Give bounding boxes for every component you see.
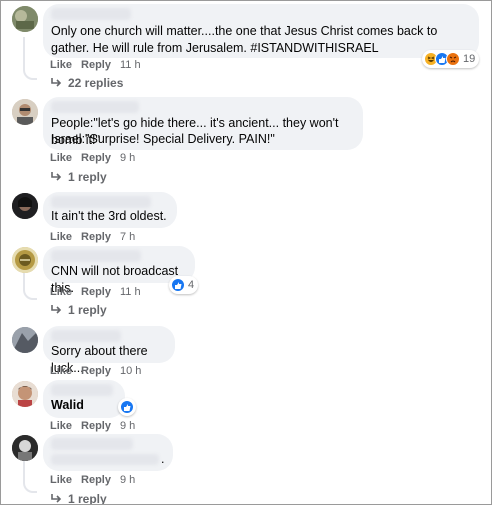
replies-count: 1 reply bbox=[68, 492, 107, 505]
thread-line bbox=[23, 37, 25, 68]
reply-button[interactable]: Reply bbox=[81, 420, 111, 432]
replies-count: 22 replies bbox=[68, 76, 124, 90]
avatar[interactable] bbox=[12, 381, 38, 407]
author-name[interactable] bbox=[51, 438, 133, 450]
like-button[interactable]: Like bbox=[50, 365, 72, 377]
comment-actions: Like Reply 9 h bbox=[50, 152, 135, 164]
angry-emoji-icon bbox=[446, 52, 460, 66]
timestamp[interactable]: 10 h bbox=[120, 365, 141, 377]
reply-arrow-icon bbox=[51, 78, 62, 87]
comment-bubble: It ain't the 3rd oldest. bbox=[43, 192, 177, 228]
reaction-summary[interactable]: 4 bbox=[169, 276, 199, 294]
avatar[interactable] bbox=[12, 193, 38, 219]
reaction-summary[interactable] bbox=[118, 398, 136, 416]
author-name[interactable] bbox=[51, 101, 139, 113]
timestamp[interactable]: 9 h bbox=[120, 420, 135, 432]
like-button[interactable]: Like bbox=[50, 474, 72, 486]
reaction-count: 19 bbox=[463, 53, 476, 65]
like-button[interactable]: Like bbox=[50, 59, 72, 71]
like-reaction-icon bbox=[171, 278, 185, 292]
reply-button[interactable]: Reply bbox=[81, 231, 111, 243]
reaction-summary[interactable]: 19 bbox=[422, 50, 480, 68]
comment-text: It ain't the 3rd oldest. bbox=[51, 209, 167, 223]
comment-actions: Like Reply 11 h bbox=[50, 59, 141, 71]
comment-actions: Like Reply 9 h bbox=[50, 420, 135, 432]
author-name[interactable] bbox=[51, 8, 131, 20]
like-reaction-icon bbox=[120, 400, 134, 414]
thread-line bbox=[23, 68, 37, 80]
thread-line bbox=[23, 278, 37, 300]
blurred-comment-text bbox=[51, 454, 159, 465]
author-name[interactable] bbox=[51, 384, 113, 396]
timestamp[interactable]: 9 h bbox=[120, 152, 135, 164]
comment-text: Walid bbox=[51, 398, 84, 412]
view-replies-link[interactable]: 1 reply bbox=[50, 492, 107, 505]
view-replies-link[interactable]: 1 reply bbox=[50, 303, 107, 317]
avatar[interactable] bbox=[12, 6, 38, 32]
comment-text: . bbox=[161, 452, 165, 466]
reply-arrow-icon bbox=[51, 494, 62, 503]
reply-arrow-icon bbox=[51, 172, 62, 181]
comment-text: Only one church will matter....the one t… bbox=[51, 24, 438, 55]
comment-text-line: Israel:"Surprise! Special Delivery. PAIN… bbox=[51, 132, 275, 146]
avatar[interactable] bbox=[12, 247, 38, 273]
comment-actions: Like Reply 9 h bbox=[50, 474, 135, 486]
reply-button[interactable]: Reply bbox=[81, 152, 111, 164]
reply-button[interactable]: Reply bbox=[81, 474, 111, 486]
comment-actions: Like Reply 7 h bbox=[50, 231, 135, 243]
thread-line bbox=[23, 473, 37, 493]
replies-count: 1 reply bbox=[68, 303, 107, 317]
reply-button[interactable]: Reply bbox=[81, 365, 111, 377]
reply-arrow-icon bbox=[51, 305, 62, 314]
reply-button[interactable]: Reply bbox=[81, 59, 111, 71]
author-name[interactable] bbox=[51, 330, 121, 342]
view-replies-link[interactable]: 1 reply bbox=[50, 170, 107, 184]
timestamp[interactable]: 9 h bbox=[120, 474, 135, 486]
view-replies-link[interactable]: 22 replies bbox=[50, 76, 123, 90]
comment-actions: Like Reply 11 h bbox=[50, 286, 141, 298]
avatar[interactable] bbox=[12, 327, 38, 353]
comment-actions: Like Reply 10 h bbox=[50, 365, 141, 377]
comment-bubble: Sorry about there luck... bbox=[43, 326, 175, 375]
reaction-count: 4 bbox=[188, 279, 195, 291]
comment-bubble: Only one church will matter....the one t… bbox=[43, 4, 479, 58]
comment-bubble: Walid bbox=[43, 380, 125, 418]
comment-bubble: People:"let's go hide there... it's anci… bbox=[43, 97, 363, 150]
author-name[interactable] bbox=[51, 250, 141, 262]
timestamp[interactable]: 11 h bbox=[120, 286, 141, 298]
like-button[interactable]: Like bbox=[50, 286, 72, 298]
avatar[interactable] bbox=[12, 435, 38, 461]
replies-count: 1 reply bbox=[68, 170, 107, 184]
timestamp[interactable]: 11 h bbox=[120, 59, 141, 71]
avatar[interactable] bbox=[12, 99, 38, 125]
comment-bubble: . bbox=[43, 434, 173, 471]
timestamp[interactable]: 7 h bbox=[120, 231, 135, 243]
reply-button[interactable]: Reply bbox=[81, 286, 111, 298]
like-button[interactable]: Like bbox=[50, 420, 72, 432]
like-button[interactable]: Like bbox=[50, 231, 72, 243]
like-button[interactable]: Like bbox=[50, 152, 72, 164]
comment-thread: Only one church will matter....the one t… bbox=[0, 0, 492, 505]
author-name[interactable] bbox=[51, 196, 151, 208]
